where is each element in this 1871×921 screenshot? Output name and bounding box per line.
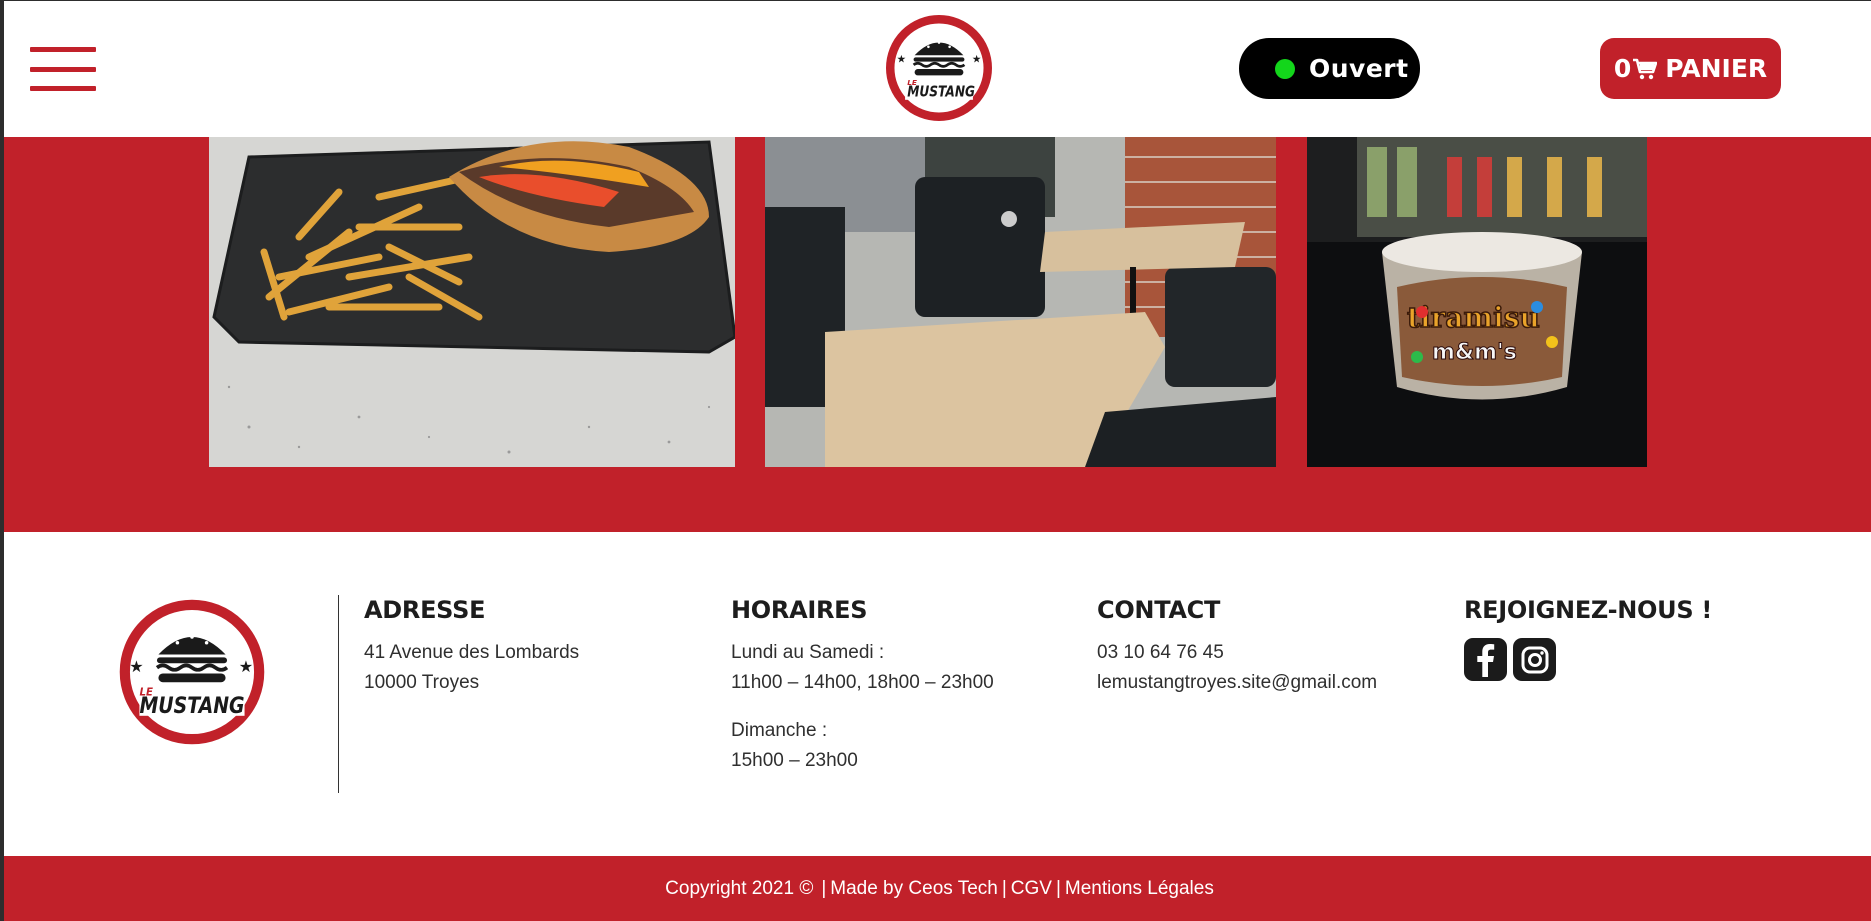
instagram-icon[interactable] bbox=[1513, 638, 1556, 681]
open-status-label: Ouvert bbox=[1309, 54, 1409, 83]
svg-text:★: ★ bbox=[972, 54, 982, 66]
separator: | bbox=[1001, 878, 1007, 899]
sunday-hours: 15h00 – 23h00 bbox=[731, 750, 858, 771]
tiramisu-label: tiramisu bbox=[1407, 301, 1540, 334]
logo-mustang-text: MUSTANG bbox=[907, 84, 975, 101]
hours-title: HORAIRES bbox=[731, 596, 868, 624]
svg-text:★: ★ bbox=[239, 658, 253, 676]
contact-title: CONTACT bbox=[1097, 596, 1221, 624]
footer-logo-mustang-text: MUSTANG bbox=[139, 694, 244, 719]
cart-label: PANIER bbox=[1665, 54, 1768, 83]
cgv-link[interactable]: CGV bbox=[1011, 878, 1052, 900]
svg-text:★: ★ bbox=[897, 54, 907, 66]
address-section: ADRESSE 41 Avenue des Lombards 10000 Tro… bbox=[364, 596, 579, 698]
address-line-1: 41 Avenue des Lombards bbox=[364, 642, 580, 663]
separator: | bbox=[821, 878, 827, 899]
le-mustang-logo[interactable]: ★ ★ LE MUSTANG bbox=[886, 15, 992, 121]
restaurant-interior-photo[interactable] bbox=[765, 137, 1276, 467]
contact-email[interactable]: lemustangtroyes.site@gmail.com bbox=[1097, 668, 1377, 698]
legal-notice-link[interactable]: Mentions Légales bbox=[1065, 878, 1214, 900]
open-status-dot bbox=[1275, 58, 1295, 79]
hamburger-menu-icon[interactable] bbox=[30, 47, 96, 91]
open-status-badge: Ouvert bbox=[1239, 38, 1420, 99]
social-title: REJOIGNEZ-NOUS ! bbox=[1464, 596, 1713, 624]
footer-logo[interactable]: ★ ★ LE MUSTANG bbox=[119, 599, 265, 745]
cart-count: 0 bbox=[1613, 54, 1632, 83]
weekdays-label: Lundi au Samedi : bbox=[731, 642, 885, 663]
contact-phone[interactable]: 03 10 64 76 45 bbox=[1097, 638, 1377, 668]
footer-divider bbox=[338, 595, 339, 793]
address-line-2: 10000 Troyes bbox=[364, 672, 480, 693]
weekdays-hours: 11h00 – 14h00, 18h00 – 23h00 bbox=[731, 672, 994, 693]
mm-label: m&m's bbox=[1432, 340, 1517, 365]
tiramisu-mm-photo[interactable]: tiramisu m&m's bbox=[1307, 137, 1647, 467]
svg-text:★: ★ bbox=[129, 658, 143, 676]
copyright-bar: Copyright 2021 © | Made by Ceos Tech | C… bbox=[4, 856, 1871, 921]
facebook-icon[interactable] bbox=[1464, 638, 1507, 681]
sandwich-fries-photo[interactable] bbox=[209, 137, 735, 467]
site-header: ★ ★ LE MUSTANG Ouvert 0 PANIER bbox=[4, 1, 1871, 137]
cart-icon bbox=[1633, 58, 1658, 79]
social-section: REJOIGNEZ-NOUS ! bbox=[1464, 596, 1712, 681]
photo-gallery: tiramisu m&m's bbox=[4, 137, 1871, 532]
made-by-link[interactable]: Made by Ceos Tech bbox=[830, 878, 998, 900]
hours-section: HORAIRES Lundi au Samedi : 11h00 – 14h00… bbox=[731, 596, 994, 776]
copyright-text: Copyright 2021 © bbox=[665, 878, 814, 899]
site-footer: ★ ★ LE MUSTANG ADRESSE 41 Avenue des Lom… bbox=[4, 532, 1871, 856]
contact-section: CONTACT 03 10 64 76 45 lemustangtroyes.s… bbox=[1097, 596, 1377, 698]
address-title: ADRESSE bbox=[364, 596, 486, 624]
cart-button[interactable]: 0 PANIER bbox=[1600, 38, 1781, 99]
separator: | bbox=[1055, 878, 1061, 899]
sunday-label: Dimanche : bbox=[731, 720, 828, 741]
